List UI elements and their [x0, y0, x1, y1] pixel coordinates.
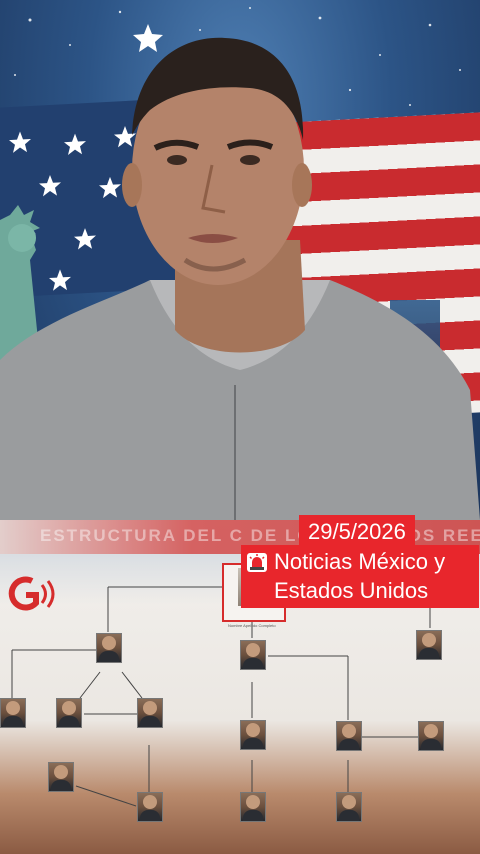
headline-badge: Noticias México y Estados Unidos [241, 545, 479, 608]
video-frame: ESTRUCTURA DEL C DE LOS CHAPITOS REES No… [0, 0, 480, 854]
chart-portrait [416, 630, 442, 660]
headline-line-1: Noticias México y [274, 549, 446, 574]
chart-portrait [56, 698, 82, 728]
presenter [0, 37, 480, 520]
chart-portrait [96, 633, 122, 663]
chart-portrait [240, 720, 266, 750]
chart-portrait [418, 721, 444, 751]
chart-portrait [48, 762, 74, 792]
chart-portrait [240, 640, 266, 670]
siren-icon [247, 552, 267, 572]
chart-portrait [336, 792, 362, 822]
chart-portrait [336, 721, 362, 751]
chart-portrait [0, 698, 26, 728]
leader-caption: Nombre Apellido Completo [228, 623, 276, 628]
chart-portrait [240, 792, 266, 822]
background-scene [0, 0, 480, 520]
date-badge: 29/5/2026 [299, 515, 415, 547]
chart-portrait [137, 792, 163, 822]
chart-portrait [137, 698, 163, 728]
headline-line-2: Estados Unidos [274, 578, 429, 603]
